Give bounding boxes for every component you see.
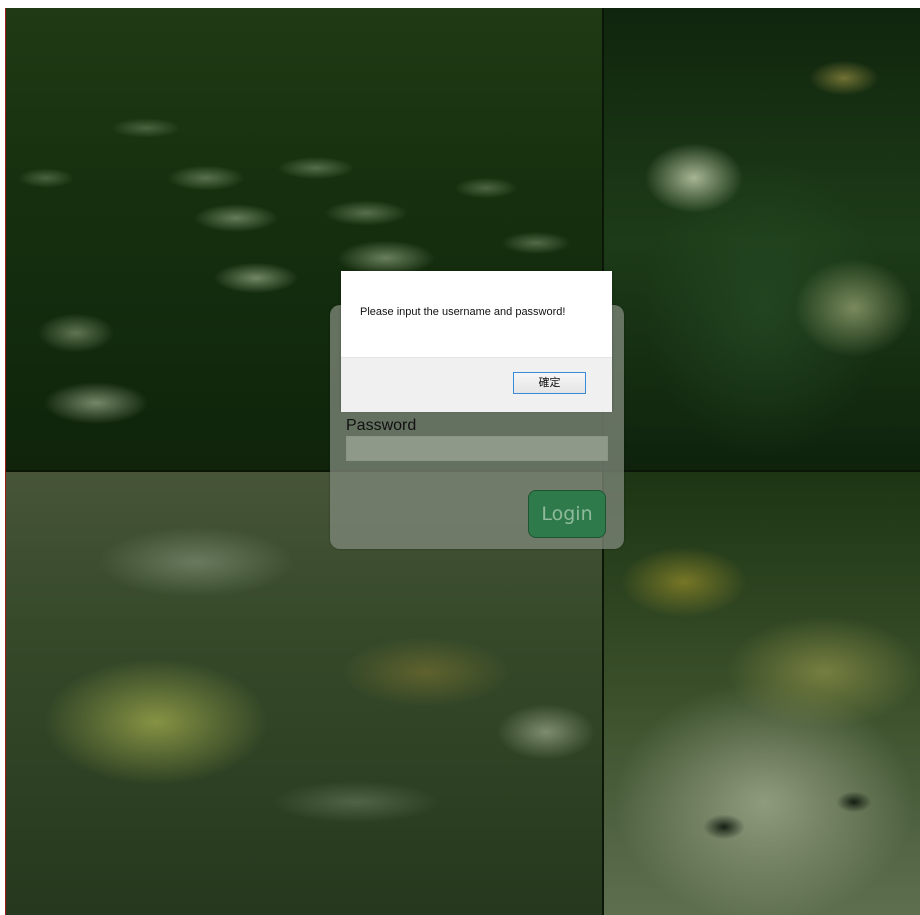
alert-message: Please input the username and password! [360,306,566,318]
password-input[interactable] [346,436,608,461]
alert-dialog: Please input the username and password! … [341,271,612,412]
alert-footer: 確定 [341,357,612,412]
alert-ok-button[interactable]: 確定 [513,372,586,394]
password-label: Password [346,417,417,434]
photo-avocado-dish [604,472,920,915]
photo-poached-egg-dish [604,8,920,470]
login-button[interactable]: Login [528,490,606,538]
